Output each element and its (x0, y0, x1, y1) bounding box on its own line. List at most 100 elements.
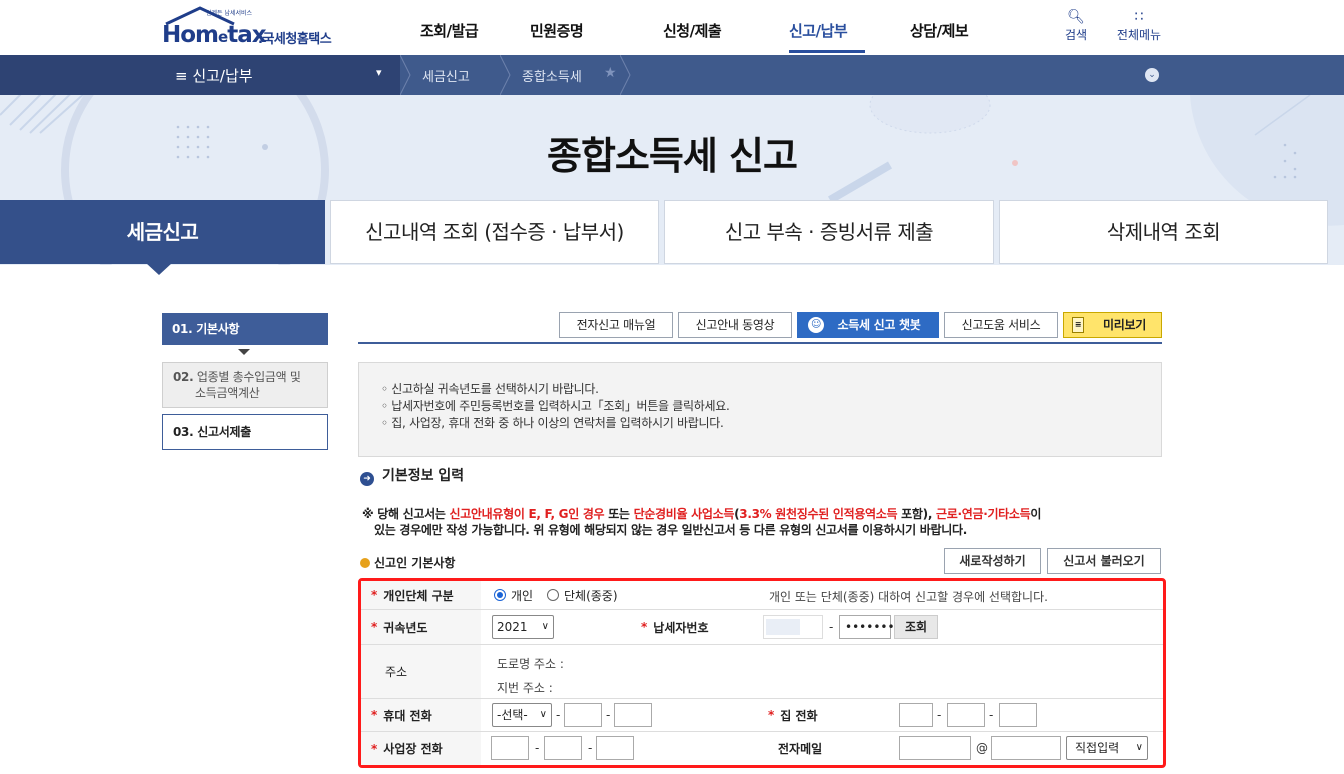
business-area-input[interactable] (491, 736, 529, 760)
notice-text: 포함), (897, 507, 936, 521)
form-row-business: * 사업장 전화 - - 전자메일 @ 직접입력 ∨ (361, 732, 1163, 765)
guide-box: ◦ 신고하실 귀속년도를 선택하시기 바랍니다. ◦ 납세자번호에 주민등록번호… (358, 362, 1162, 457)
filing-help-service-button[interactable]: 신고도움 서비스 (944, 312, 1058, 338)
business-phone-label: * 사업장 전화 (361, 732, 481, 765)
location-menu[interactable]: ≡ 신고/납부 (175, 65, 253, 86)
all-menu-label: 전체메뉴 (1116, 28, 1162, 42)
e-filing-manual-button[interactable]: 전자신고 매뉴얼 (559, 312, 673, 338)
chevron-down-circle-icon[interactable]: ⌄ (1145, 68, 1159, 82)
bullet-icon (360, 558, 370, 568)
gnb-consult[interactable]: 상담/제보 (910, 20, 969, 41)
caret-down-icon[interactable]: ▾ (376, 66, 382, 79)
dash: - (606, 708, 611, 722)
active-tab-pointer (146, 263, 172, 275)
tab-attachments[interactable]: 신고 부속 · 증빙서류 제출 (664, 200, 994, 264)
business-phone-label-text: 사업장 전화 (383, 742, 443, 756)
gnb-application[interactable]: 신청/제출 (663, 20, 722, 41)
email-at: @ (976, 741, 988, 755)
subsection-title: 신고인 기본사항 (360, 554, 455, 571)
step-1-num: 01. (172, 322, 193, 336)
chatbot-icon: ☺ (808, 317, 824, 333)
mobile-prefix-select[interactable]: -선택- ∨ (492, 703, 552, 727)
business-mid-input[interactable] (544, 736, 582, 760)
type-label: * 개인단체 구분 (361, 581, 481, 609)
home-mid-input[interactable] (947, 703, 985, 727)
step-1-basic[interactable]: 01. 기본사항 (162, 313, 328, 345)
page-title: 종합소득세 신고 (547, 134, 798, 178)
home-area-input[interactable] (899, 703, 933, 727)
section-title-text: 기본정보 입력 (382, 468, 465, 484)
address-label: 주소 (361, 645, 481, 698)
dash: - (556, 708, 561, 722)
required-mark: * (768, 708, 775, 722)
step-3-label: 신고서제출 (197, 425, 251, 439)
step-2-income-calc[interactable]: 02. 업종별 총수입금액 및 소득금액계산 (162, 362, 328, 408)
home-phone-label-text: 집 전화 (780, 708, 818, 723)
step-3-submit[interactable]: 03. 신고서제출 (162, 414, 328, 450)
notice-highlight: 3.3% 원천징수된 인적용역소득 (739, 507, 898, 521)
breadcrumb-tax-filing[interactable]: 세금신고 (422, 66, 470, 85)
arrow-circle-icon: ➜ (360, 472, 374, 486)
step-2-label: 업종별 총수입금액 및 (196, 370, 301, 384)
step-2-label-2: 소득금액계산 (195, 386, 260, 400)
mobile-mid-input[interactable] (564, 703, 602, 727)
email-domain-select[interactable]: 직접입력 ∨ (1066, 736, 1148, 760)
form-row-type: * 개인단체 구분 개인 단체(종중) 개인 또는 단체(종중) 대하여 신고할 … (361, 581, 1163, 610)
form-row-year: * 귀속년도 2021 ∨ * 납세자번호 - ••••••• 조회 (361, 610, 1163, 645)
group-radio-label[interactable]: 단체(종중) (564, 587, 618, 604)
load-form-button[interactable]: 신고서 불러오기 (1047, 548, 1161, 574)
all-menu-button[interactable]: ∷ 전체메뉴 (1110, 8, 1168, 43)
business-last-input[interactable] (596, 736, 634, 760)
group-radio[interactable] (547, 589, 559, 601)
notice-highlight: 신고안내유형이 E, F, G인 경우 (449, 507, 605, 521)
breadcrumb-income-tax[interactable]: 종합소득세 (522, 66, 582, 85)
gnb-filing-payment[interactable]: 신고/납부 (789, 20, 848, 41)
top-header: 언제든 납세서비스 Hometax .국세청홈택스 조회/발급 민원증명 신청/… (0, 0, 1344, 55)
new-form-button[interactable]: 새로작성하기 (944, 548, 1041, 574)
chevron-down-icon: ∨ (539, 709, 547, 720)
eligibility-notice: ※ 당해 신고서는 신고안내유형이 E, F, G인 경우 또는 단순경비율 사… (362, 506, 1152, 538)
search-label: 검색 (1064, 28, 1088, 42)
taxpayer-number-back[interactable]: ••••••• (839, 615, 895, 639)
taxpayer-number-front[interactable] (763, 615, 823, 639)
guide-line-3: 집, 사업장, 휴대 전화 중 하나 이상의 연락처를 입력하시기 바랍니다. (391, 416, 724, 430)
chevron-down-icon: ∨ (541, 621, 549, 632)
dash: - (829, 620, 834, 634)
gnb-inquiry[interactable]: 조회/발급 (420, 20, 479, 41)
basic-info-form: * 개인단체 구분 개인 단체(종중) 개인 또는 단체(종중) 대하여 신고할 … (358, 578, 1166, 768)
favorite-star-icon[interactable]: ★ (604, 65, 617, 81)
individual-radio[interactable] (494, 589, 506, 601)
mobile-last-input[interactable] (614, 703, 652, 727)
year-label: * 귀속년도 (361, 610, 481, 644)
dash: - (989, 708, 994, 722)
section-divider (358, 342, 1162, 344)
year-label-text: 귀속년도 (383, 620, 428, 635)
section-title: ➜ 기본정보 입력 (360, 465, 464, 486)
mobile-label-text: 휴대 전화 (383, 708, 432, 723)
hometax-logo[interactable]: 언제든 납세서비스 Hometax .국세청홈택스 (160, 6, 350, 48)
home-last-input[interactable] (999, 703, 1037, 727)
taxpayer-masked-value: ••••••• (845, 620, 895, 634)
gnb-active-underline (789, 50, 865, 53)
tab-tax-filing[interactable]: 세금신고 (0, 200, 325, 264)
required-mark: * (371, 741, 378, 756)
logo-brand: Hometax (162, 22, 267, 48)
preview-button[interactable]: ≡ 미리보기 (1063, 312, 1162, 338)
tab-filing-history[interactable]: 신고내역 조회 (접수증 · 납부서) (330, 200, 659, 264)
taxpayer-label: * 납세자번호 (631, 610, 755, 644)
step-1-label: 기본사항 (196, 322, 240, 336)
email-id-input[interactable] (899, 736, 971, 760)
required-mark: * (371, 620, 378, 634)
individual-radio-label[interactable]: 개인 (511, 587, 533, 604)
form-row-phone: * 휴대 전화 -선택- ∨ - - * 집 전화 - - (361, 699, 1163, 732)
search-button[interactable]: 🔍︎ 검색 (1049, 8, 1103, 43)
notice-text-line-2: 있는 경우에만 작성 가능합니다. 위 유형에 해당되지 않는 경우 일반신고서… (374, 523, 967, 537)
email-domain-input[interactable] (991, 736, 1061, 760)
notice-text: ※ 당해 신고서는 (362, 507, 450, 521)
income-tax-chatbot-button[interactable]: ☺ 소득세 신고 챗봇 (797, 312, 939, 338)
year-select[interactable]: 2021 ∨ (492, 615, 554, 639)
lookup-button[interactable]: 조회 (894, 615, 938, 639)
tab-deleted-history[interactable]: 삭제내역 조회 (999, 200, 1328, 264)
filing-guide-video-button[interactable]: 신고안내 동영상 (678, 312, 792, 338)
gnb-certificate[interactable]: 민원증명 (530, 20, 584, 41)
